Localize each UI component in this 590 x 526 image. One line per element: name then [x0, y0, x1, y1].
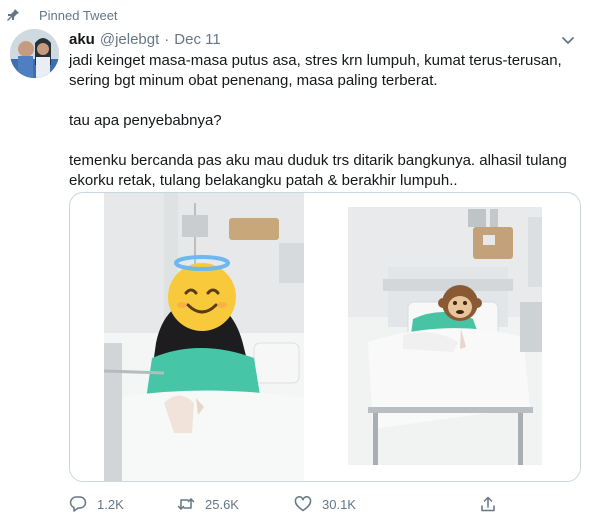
author-name[interactable]: aku — [69, 31, 95, 48]
retweet-icon — [177, 498, 195, 510]
reply-count: 1.2K — [97, 496, 124, 512]
chevron-down-icon[interactable] — [558, 30, 578, 50]
retweet-count: 25.6K — [205, 496, 239, 512]
pinned-indicator: Pinned Tweet — [7, 6, 118, 24]
media-container[interactable] — [69, 192, 581, 482]
tweet-text: jadi keinget masa-masa putus asa, stres … — [69, 51, 574, 191]
author-handle[interactable]: @jelebgt — [100, 31, 159, 48]
tweet-line: sering bgt minum obat penenang, masa pal… — [69, 72, 438, 89]
photo-hospital-lying[interactable] — [348, 207, 542, 465]
reply-icon — [69, 496, 87, 512]
like-count: 30.1K — [322, 496, 356, 512]
pin-icon — [7, 9, 19, 21]
heart-icon — [294, 496, 312, 512]
tweet-actions: 1.2K 25.6K 30.1K — [69, 492, 499, 516]
reply-button[interactable]: 1.2K — [69, 492, 124, 516]
tweet-line: temenku bercanda pas aku mau duduk trs d… — [69, 152, 567, 169]
share-button[interactable] — [479, 492, 507, 516]
share-icon — [481, 496, 495, 512]
tweet-line: tau apa penyebabnya? — [69, 112, 222, 129]
photo-hospital-sitting[interactable] — [104, 193, 304, 481]
retweet-button[interactable]: 25.6K — [177, 492, 239, 516]
pinned-label: Pinned Tweet — [39, 7, 118, 23]
separator-dot: · — [164, 30, 170, 48]
tweet-date[interactable]: Dec 11 — [174, 31, 220, 48]
tweet-line: jadi keinget masa-masa putus asa, stres … — [69, 52, 562, 69]
tweet[interactable]: Pinned Tweet aku @jelebgt · Dec 11 jadi … — [0, 0, 590, 526]
avatar[interactable] — [10, 29, 59, 78]
like-button[interactable]: 30.1K — [294, 492, 356, 516]
tweet-header: aku @jelebgt · Dec 11 — [69, 30, 221, 48]
tweet-line: ekorku retak, tulang belakangku patah & … — [69, 172, 458, 189]
